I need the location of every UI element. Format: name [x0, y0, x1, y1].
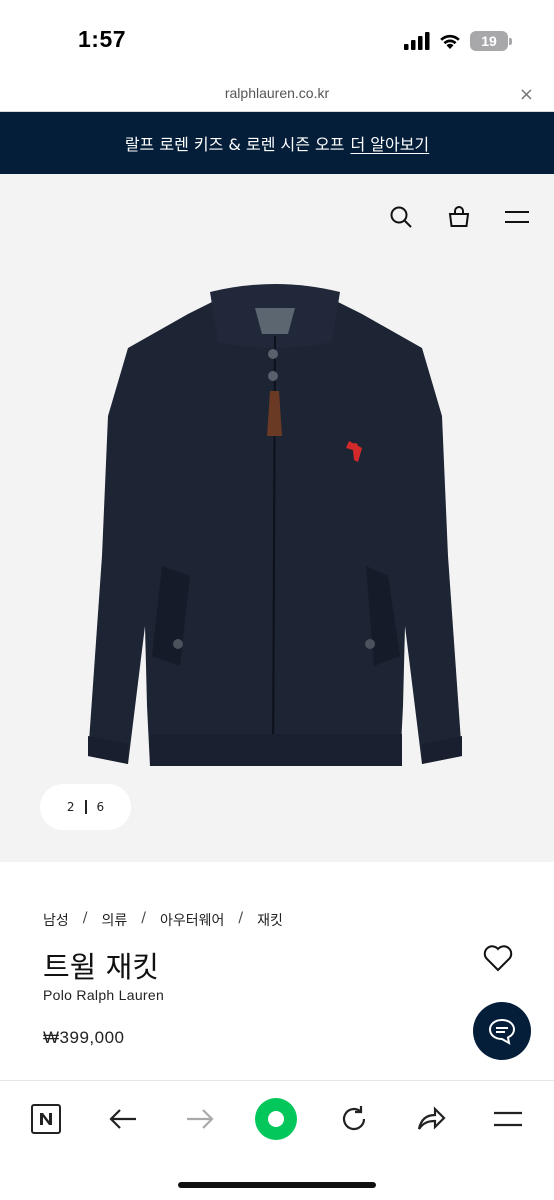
- jacket-image: [88, 284, 462, 767]
- back-icon[interactable]: [103, 1099, 143, 1139]
- product-brand: Polo Ralph Lauren: [43, 987, 165, 1003]
- gallery-pager: 2 6: [40, 784, 131, 830]
- close-icon[interactable]: ×: [519, 84, 534, 105]
- wifi-icon: [440, 34, 460, 49]
- menu-icon[interactable]: [504, 204, 530, 230]
- shopping-bag-icon[interactable]: [446, 204, 472, 230]
- breadcrumb-item[interactable]: 의류: [101, 910, 127, 930]
- search-icon[interactable]: [388, 204, 414, 230]
- pager-divider: [84, 800, 87, 814]
- breadcrumb-separator: /: [141, 910, 146, 926]
- breadcrumb: 남성 / 의류 / 아우터웨어 / 재킷: [43, 910, 283, 930]
- heart-icon[interactable]: [482, 942, 514, 974]
- forward-icon[interactable]: [180, 1099, 220, 1139]
- url-bar[interactable]: ralphlauren.co.kr ×: [0, 78, 554, 112]
- status-bar: 1:57 19: [0, 0, 554, 78]
- refresh-icon[interactable]: [334, 1099, 374, 1139]
- signal-icon: [404, 32, 430, 50]
- share-icon[interactable]: [411, 1099, 451, 1139]
- promo-learn-more-link[interactable]: 더 알아보기: [350, 131, 429, 155]
- chat-bubble-icon: [488, 1018, 516, 1045]
- promo-banner: 랄프 로렌 키즈 & 로렌 시즌 오프 더 알아보기: [0, 112, 554, 174]
- breadcrumb-item[interactable]: 재킷: [257, 910, 283, 930]
- product-gallery[interactable]: 2 6: [0, 174, 554, 862]
- pager-current: 2: [66, 800, 75, 814]
- battery-level: 19: [481, 33, 497, 49]
- green-dot-icon[interactable]: [252, 1095, 300, 1143]
- header-icons: [388, 204, 530, 230]
- product-info: 남성 / 의류 / 아우터웨어 / 재킷 트윌 재킷 Polo Ralph La…: [0, 862, 554, 1082]
- naver-icon[interactable]: [26, 1099, 66, 1139]
- product-title: 트윌 재킷: [43, 950, 159, 984]
- menu-icon[interactable]: [488, 1099, 528, 1139]
- breadcrumb-separator: /: [238, 910, 244, 926]
- promo-text: 랄프 로렌 키즈 & 로렌 시즌 오프: [124, 135, 345, 154]
- status-time: 1:57: [78, 26, 127, 52]
- pager-total: 6: [96, 800, 105, 814]
- chat-button[interactable]: [473, 1002, 531, 1060]
- battery-icon: 19: [470, 31, 512, 51]
- home-indicator[interactable]: [178, 1182, 376, 1188]
- breadcrumb-item[interactable]: 남성: [43, 910, 69, 930]
- url-text[interactable]: ralphlauren.co.kr: [0, 85, 554, 101]
- breadcrumb-separator: /: [82, 910, 88, 926]
- breadcrumb-item[interactable]: 아우터웨어: [160, 910, 224, 930]
- status-icons: 19: [404, 30, 512, 52]
- product-price: ₩399,000: [43, 1028, 125, 1047]
